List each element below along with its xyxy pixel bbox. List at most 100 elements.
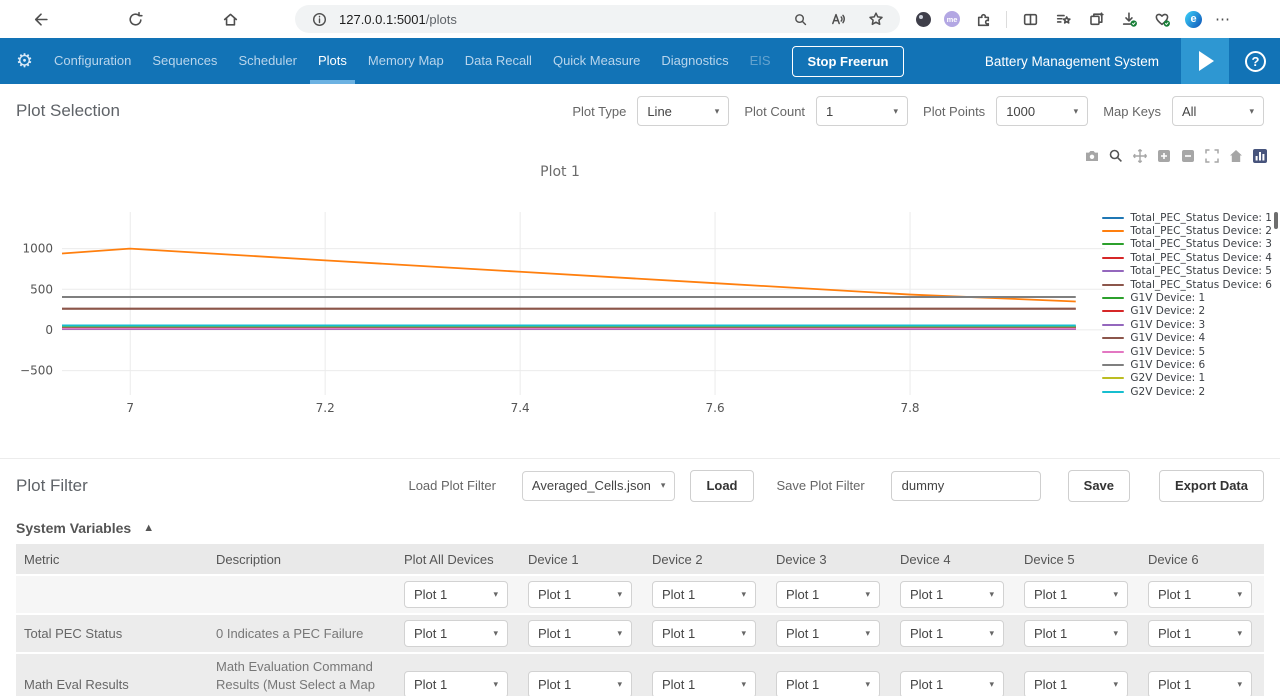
site-info-icon[interactable] xyxy=(309,9,329,29)
camera-icon[interactable] xyxy=(1083,147,1100,164)
svg-text:−500: −500 xyxy=(20,364,53,378)
device-3-select[interactable]: Plot 1▾ xyxy=(776,581,880,608)
nav-item-data-recall[interactable]: Data Recall xyxy=(465,38,532,84)
gear-icon[interactable]: ⚙ xyxy=(16,50,33,73)
device-6-select[interactable]: Plot 1▾ xyxy=(1148,581,1252,608)
legend-label: G1V Device: 6 xyxy=(1130,359,1205,371)
device-6-select[interactable]: Plot 1▾ xyxy=(1148,671,1252,696)
extensions-puzzle-icon[interactable] xyxy=(973,9,993,29)
legend-scrollbar[interactable] xyxy=(1274,212,1278,229)
device-4-select[interactable]: Plot 1▾ xyxy=(900,620,1004,647)
legend-item[interactable]: Total_PEC_Status Device: 3 xyxy=(1102,239,1272,250)
read-aloud-icon[interactable] xyxy=(828,9,848,29)
legend-item[interactable]: G1V Device: 1 xyxy=(1102,292,1272,303)
stop-freerun-button[interactable]: Stop Freerun xyxy=(792,46,905,77)
device-3-select[interactable]: Plot 1▾ xyxy=(776,620,880,647)
plot-all-devices-select[interactable]: Plot 1▾ xyxy=(404,671,508,696)
plot-setting-select[interactable]: 1 ▾ xyxy=(816,96,908,126)
legend-item[interactable]: Total_PEC_Status Device: 2 xyxy=(1102,225,1272,236)
legend-swatch xyxy=(1102,284,1124,286)
plot-canvas[interactable]: 77.27.47.67.8−50005001000 xyxy=(0,198,1120,430)
legend-item[interactable]: G1V Device: 6 xyxy=(1102,359,1272,370)
collapse-icon[interactable]: ▲ xyxy=(143,522,154,534)
favorites-hub-icon[interactable] xyxy=(1053,9,1073,29)
app-navbar: ⚙ Configuration Sequences Scheduler Plot… xyxy=(0,38,1280,84)
save-filter-input[interactable] xyxy=(891,471,1041,501)
chevron-down-icon: ▾ xyxy=(1237,589,1242,600)
svg-text:7: 7 xyxy=(126,401,134,415)
device-4-select[interactable]: Plot 1▾ xyxy=(900,581,1004,608)
device-6-select[interactable]: Plot 1▾ xyxy=(1148,620,1252,647)
device-2-select[interactable]: Plot 1▾ xyxy=(652,671,756,696)
run-button[interactable] xyxy=(1181,38,1229,84)
edge-logo-icon[interactable]: e xyxy=(1185,11,1202,28)
device-1-select[interactable]: Plot 1▾ xyxy=(528,620,632,647)
legend-item[interactable]: Total_PEC_Status Device: 6 xyxy=(1102,279,1272,290)
legend-swatch xyxy=(1102,217,1124,219)
device-1-select[interactable]: Plot 1▾ xyxy=(528,581,632,608)
favorite-star-icon[interactable] xyxy=(866,9,886,29)
zoom-out-icon[interactable] xyxy=(1179,147,1196,164)
nav-item-memory-map[interactable]: Memory Map xyxy=(368,38,444,84)
device-3-select[interactable]: Plot 1▾ xyxy=(776,671,880,696)
load-button[interactable]: Load xyxy=(690,470,753,502)
legend-item[interactable]: G1V Device: 2 xyxy=(1102,306,1272,317)
device-5-select[interactable]: Plot 1▾ xyxy=(1024,620,1128,647)
nav-item-configuration[interactable]: Configuration xyxy=(54,38,131,84)
extension-icon-dark[interactable] xyxy=(916,12,931,27)
nav-item-quick-measure[interactable]: Quick Measure xyxy=(553,38,640,84)
refresh-icon[interactable] xyxy=(125,9,145,29)
nav-item-diagnostics[interactable]: Diagnostics xyxy=(661,38,728,84)
plot-all-devices-select[interactable]: Plot 1▾ xyxy=(404,581,508,608)
split-screen-icon[interactable] xyxy=(1020,9,1040,29)
device-5-select[interactable]: Plot 1▾ xyxy=(1024,671,1128,696)
svg-text:7.8: 7.8 xyxy=(900,401,919,415)
description-cell: 0 Indicates a PEC Failure xyxy=(208,625,396,643)
legend-item[interactable]: Total_PEC_Status Device: 1 xyxy=(1102,212,1272,223)
autoscale-icon[interactable] xyxy=(1203,147,1220,164)
device-1-select[interactable]: Plot 1▾ xyxy=(528,671,632,696)
svg-text:7.4: 7.4 xyxy=(511,401,530,415)
legend-swatch xyxy=(1102,310,1124,312)
plotly-logo-icon[interactable] xyxy=(1251,147,1268,164)
export-data-button[interactable]: Export Data xyxy=(1159,470,1264,502)
legend-item[interactable]: G1V Device: 3 xyxy=(1102,319,1272,330)
plot-setting-select[interactable]: All ▾ xyxy=(1172,96,1264,126)
device-2-select[interactable]: Plot 1▾ xyxy=(652,581,756,608)
legend-item[interactable]: G1V Device: 5 xyxy=(1102,346,1272,357)
url-text: 127.0.0.1:5001/plots xyxy=(339,12,457,27)
chevron-down-icon: ▾ xyxy=(493,589,498,600)
extension-icon-me[interactable]: me xyxy=(944,11,960,27)
legend-item[interactable]: Total_PEC_Status Device: 4 xyxy=(1102,252,1272,263)
device-2-select[interactable]: Plot 1▾ xyxy=(652,620,756,647)
legend-item[interactable]: G2V Device: 2 xyxy=(1102,386,1272,397)
legend-item[interactable]: Total_PEC_Status Device: 5 xyxy=(1102,266,1272,277)
downloads-icon[interactable] xyxy=(1119,9,1139,29)
collections-icon[interactable] xyxy=(1086,9,1106,29)
legend-item[interactable]: G1V Device: 4 xyxy=(1102,333,1272,344)
nav-item-scheduler[interactable]: Scheduler xyxy=(238,38,297,84)
more-options-icon[interactable]: ⋯ xyxy=(1215,10,1231,28)
home-icon[interactable] xyxy=(220,9,240,29)
search-icon[interactable] xyxy=(790,9,810,29)
legend-item[interactable]: G2V Device: 1 xyxy=(1102,373,1272,384)
back-icon[interactable] xyxy=(30,9,50,29)
plot-setting-select[interactable]: 1000 ▾ xyxy=(996,96,1088,126)
reset-axes-icon[interactable] xyxy=(1227,147,1244,164)
chart-section: Plot 1 77.27.47.67.8−50005001000 Total_P… xyxy=(0,138,1280,458)
plot-setting-select[interactable]: Line ▾ xyxy=(637,96,729,126)
plot-all-devices-select[interactable]: Plot 1▾ xyxy=(404,620,508,647)
address-bar[interactable]: 127.0.0.1:5001/plots xyxy=(295,5,900,33)
device-5-select[interactable]: Plot 1▾ xyxy=(1024,581,1128,608)
nav-item-plots[interactable]: Plots xyxy=(318,38,347,84)
save-button[interactable]: Save xyxy=(1068,470,1130,502)
browser-essentials-icon[interactable] xyxy=(1152,9,1172,29)
nav-item-sequences[interactable]: Sequences xyxy=(152,38,217,84)
select-value: All xyxy=(1182,104,1196,119)
zoom-icon[interactable] xyxy=(1107,147,1124,164)
zoom-in-icon[interactable] xyxy=(1155,147,1172,164)
device-4-select[interactable]: Plot 1▾ xyxy=(900,671,1004,696)
pan-icon[interactable] xyxy=(1131,147,1148,164)
load-filter-select[interactable]: Averaged_Cells.json ▾ xyxy=(522,471,676,501)
help-icon[interactable]: ? xyxy=(1245,51,1266,72)
